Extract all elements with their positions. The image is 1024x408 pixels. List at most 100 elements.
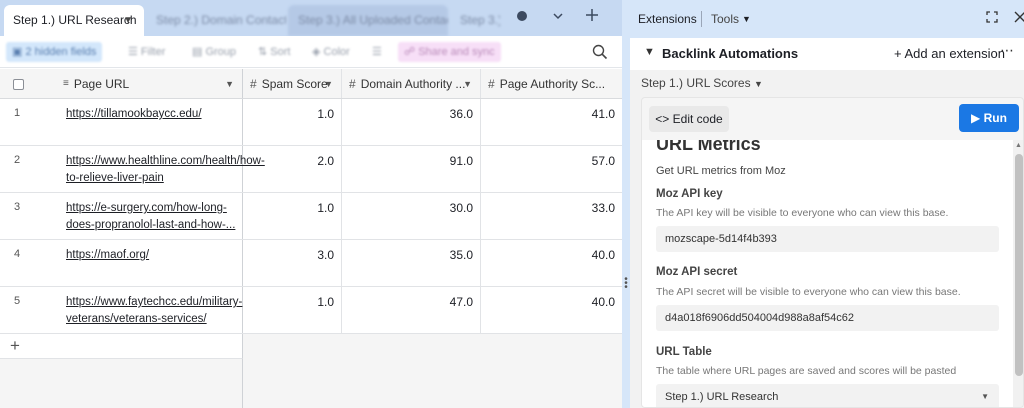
column-header-spam-score[interactable]: # Spam Score ▼: [243, 69, 342, 98]
tab-url-research[interactable]: Step 1.) URL Research ▼: [4, 5, 144, 36]
chevron-down-icon[interactable]: [548, 8, 568, 28]
tab-label: Step 2.) Domain Contacts: [156, 13, 286, 27]
table-tab-bar: Step 1.) URL Research ▼ Step 2.) Domain …: [0, 0, 622, 36]
play-icon: ▶: [971, 111, 981, 125]
add-extension-button[interactable]: + Add an extension: [894, 46, 1005, 61]
row-number: 4: [14, 248, 21, 260]
scroll-up-icon[interactable]: ▲: [1015, 142, 1022, 149]
chevron-down-icon[interactable]: ▼: [225, 79, 234, 89]
url-table-label: URL Table: [656, 346, 712, 358]
scrollbar-thumb[interactable]: [1015, 154, 1023, 376]
table-selector[interactable]: Step 1.) URL Scores ▼: [641, 76, 763, 90]
table-row[interactable]: 5 https://www.faytechcc.edu/military-vet…: [0, 287, 622, 334]
share-sync-button[interactable]: ☍ Share and sync: [398, 42, 501, 62]
table-row[interactable]: 2 https://www.healthline.com/health/how-…: [0, 146, 622, 193]
api-key-hint: The API key will be visible to everyone …: [656, 207, 949, 219]
column-label: Page Authority Sc...: [499, 76, 606, 91]
chevron-down-icon[interactable]: ▼: [324, 79, 333, 89]
domain-authority-value[interactable]: 47.0: [450, 295, 473, 309]
page-url-link[interactable]: https://tillamookbaycc.edu/: [66, 106, 240, 123]
more-options-icon[interactable]: ⋯: [1000, 42, 1014, 59]
chevron-down-icon[interactable]: ▼: [742, 14, 751, 24]
api-key-input[interactable]: mozscape-5d14f4b393: [656, 226, 999, 252]
script-settings-form: URL Metrics Get URL metrics from Moz Moz…: [642, 140, 1013, 407]
row-number: 5: [14, 295, 21, 307]
spam-score-value[interactable]: 1.0: [317, 201, 334, 215]
table-row[interactable]: 1 https://tillamookbaycc.edu/ 1.0 36.0 4…: [0, 99, 622, 146]
pane-resize-divider[interactable]: [622, 0, 630, 408]
column-header-page-url[interactable]: ≡ Page URL ▼: [56, 69, 243, 98]
extensions-pane: Extensions Tools ▼ ▼ Backlink Automation…: [630, 0, 1024, 408]
hidden-fields-button[interactable]: ▣ 2 hidden fields: [6, 42, 103, 62]
page-authority-value[interactable]: 40.0: [592, 295, 615, 309]
sort-label: Sort: [270, 46, 291, 58]
collapse-icon[interactable]: ▼: [644, 46, 655, 58]
color-button[interactable]: ◈ Color: [306, 42, 356, 62]
form-scrollbar[interactable]: ▲: [1013, 140, 1023, 407]
sort-button[interactable]: ⇅ Sort: [252, 42, 296, 62]
tab-label: Step 3.): [460, 13, 500, 27]
drag-handle-icon[interactable]: • • •: [623, 275, 629, 293]
view-toolbar: ▣ 2 hidden fields ☰ Filter ▤ Group ⇅ Sor…: [0, 36, 622, 68]
spam-score-value[interactable]: 1.0: [317, 107, 334, 121]
table-selector-label: Step 1.) URL Scores: [641, 76, 751, 90]
extension-body: Step 1.) URL Scores ▼ <> Edit code ▶ Run…: [630, 70, 1024, 408]
group-button[interactable]: ▤ Group: [186, 42, 242, 62]
base-pane: Step 1.) URL Research ▼ Step 2.) Domain …: [0, 0, 622, 408]
api-secret-input[interactable]: d4a018f6906dd504004d988a8af54c62: [656, 305, 999, 331]
row-height-button[interactable]: ☰: [366, 42, 388, 62]
domain-authority-value[interactable]: 36.0: [450, 107, 473, 121]
domain-authority-value[interactable]: 30.0: [450, 201, 473, 215]
url-table-select[interactable]: Step 1.) URL Research ▼: [656, 384, 999, 407]
column-header-domain-authority[interactable]: # Domain Authority ... ▼: [342, 69, 481, 98]
page-url-link[interactable]: https://www.healthline.com/health/how-to…: [66, 153, 265, 187]
hidden-fields-label: 2 hidden fields: [25, 46, 97, 58]
expand-icon[interactable]: [984, 11, 1000, 27]
close-icon[interactable]: [1012, 11, 1024, 27]
edit-code-label: Edit code: [672, 112, 723, 126]
share-label: Share and sync: [418, 46, 495, 58]
tab-domain-contacts[interactable]: Step 2.) Domain Contacts: [146, 5, 286, 36]
url-table-hint: The table where URL pages are saved and …: [656, 365, 957, 377]
page-authority-value[interactable]: 41.0: [592, 107, 615, 121]
filter-button[interactable]: ☰ Filter: [122, 42, 171, 62]
divider: [701, 11, 702, 27]
tools-tab[interactable]: Tools: [711, 12, 739, 26]
select-all-checkbox[interactable]: [13, 79, 24, 90]
page-url-link[interactable]: https://www.faytechcc.edu/military-veter…: [66, 294, 242, 328]
page-authority-value[interactable]: 33.0: [592, 201, 615, 215]
extensions-tab[interactable]: Extensions: [638, 12, 697, 26]
page-url-link[interactable]: https://e-surgery.com/how-long-does-prop…: [66, 200, 240, 234]
chevron-down-icon[interactable]: ▼: [123, 5, 133, 36]
run-button[interactable]: ▶ Run: [959, 104, 1019, 132]
number-field-icon: #: [488, 76, 495, 91]
search-icon[interactable]: [592, 44, 608, 60]
run-label: Run: [983, 111, 1007, 125]
grid-empty-area: [243, 334, 622, 408]
domain-authority-value[interactable]: 35.0: [450, 248, 473, 262]
table-row[interactable]: 3 https://e-surgery.com/how-long-does-pr…: [0, 193, 622, 240]
spam-score-value[interactable]: 2.0: [317, 154, 334, 168]
api-key-label: Moz API key: [656, 188, 723, 200]
group-label: Group: [205, 46, 237, 58]
page-url-link[interactable]: https://maof.org/: [66, 247, 240, 264]
plus-icon[interactable]: +: [10, 336, 20, 356]
column-label: Spam Score: [261, 76, 328, 91]
chevron-down-icon[interactable]: ▼: [463, 79, 472, 89]
color-label: Color: [323, 46, 350, 58]
domain-authority-value[interactable]: 91.0: [450, 154, 473, 168]
form-subtitle: Get URL metrics from Moz: [656, 165, 786, 177]
column-header-page-authority[interactable]: # Page Authority Sc...: [481, 69, 622, 98]
tab-all-uploaded-contacts[interactable]: Step 3.) All Uploaded Contacts: [288, 5, 448, 36]
edit-code-button[interactable]: <> Edit code: [649, 106, 729, 132]
table-row[interactable]: 4 https://maof.org/ 3.0 35.0 40.0: [0, 240, 622, 287]
url-table-select-value: Step 1.) URL Research: [665, 391, 779, 403]
add-record-row[interactable]: +: [0, 334, 243, 359]
page-authority-value[interactable]: 57.0: [592, 154, 615, 168]
record-icon[interactable]: [512, 8, 532, 28]
spam-score-value[interactable]: 1.0: [317, 295, 334, 309]
add-table-icon[interactable]: [582, 8, 602, 28]
spam-score-value[interactable]: 3.0: [317, 248, 334, 262]
tab-step-3[interactable]: Step 3.): [450, 5, 500, 36]
page-authority-value[interactable]: 40.0: [592, 248, 615, 262]
